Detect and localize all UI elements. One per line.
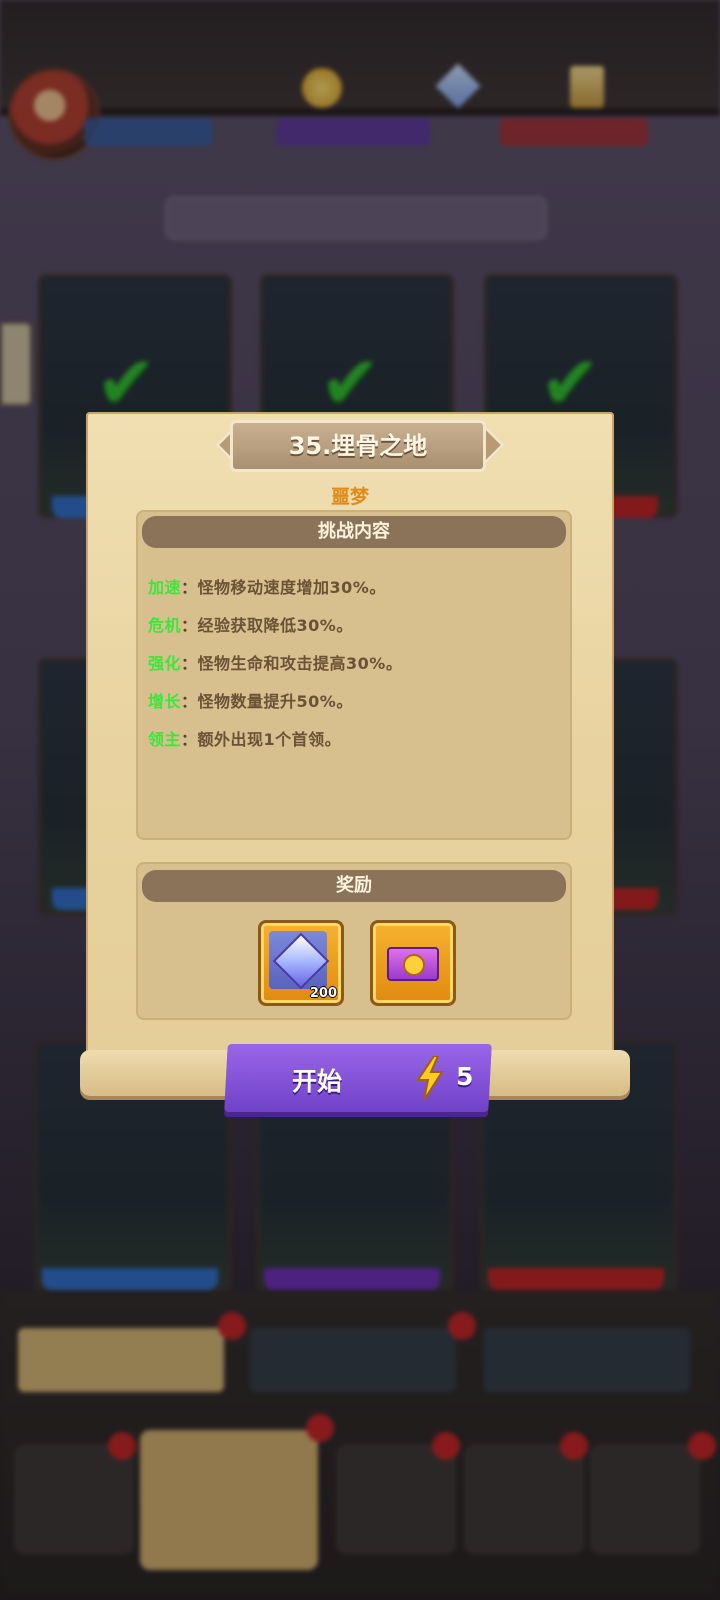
challenge-desc: 经验获取降低30%。: [197, 616, 353, 635]
challenge-desc: 额外出现1个首领。: [197, 730, 342, 749]
start-button[interactable]: [224, 1044, 492, 1112]
challenge-tag: 加速: [148, 578, 182, 597]
lightning-bolt-icon: [416, 1056, 444, 1100]
challenge-header: 挑战内容: [142, 516, 566, 548]
challenge-line-crisis: 危机：经验获取降低30%。: [148, 616, 353, 635]
challenge-desc: 怪物数量提升50%。: [197, 692, 353, 711]
challenge-desc: 怪物生命和攻击提高30%。: [197, 654, 403, 673]
challenge-line-growth: 增长：怪物数量提升50%。: [148, 692, 353, 711]
energy-cost: 5: [456, 1062, 474, 1091]
challenge-desc: 怪物移动速度增加30%。: [197, 578, 386, 597]
challenge-line-speed: 加速：怪物移动速度增加30%。: [148, 578, 386, 597]
level-title: 35.埋骨之地: [230, 420, 486, 472]
reward-item-bg: [269, 931, 330, 990]
start-button-label: 开始: [292, 1067, 343, 1096]
ticket-coin-emblem: [403, 954, 425, 976]
challenge-tag: 强化: [148, 654, 182, 673]
challenge-line-lord: 领主：额外出现1个首领。: [148, 730, 342, 749]
challenge-tag: 增长: [148, 692, 182, 711]
reward-item-bg: [381, 931, 439, 989]
challenge-tag: 领主: [148, 730, 182, 749]
challenge-tag: 危机: [148, 616, 182, 635]
reward-item-diamond[interactable]: 200: [258, 920, 344, 1006]
reward-header: 奖励: [142, 870, 566, 902]
reward-quantity: 200: [309, 986, 337, 1001]
difficulty-label: 噩梦: [330, 486, 369, 508]
ticket-icon: [387, 947, 439, 981]
diamond-gem-icon: [272, 932, 330, 990]
challenge-panel: [136, 510, 572, 840]
reward-item-ticket[interactable]: [370, 920, 456, 1006]
challenge-line-empower: 强化：怪物生命和攻击提高30%。: [148, 654, 403, 673]
